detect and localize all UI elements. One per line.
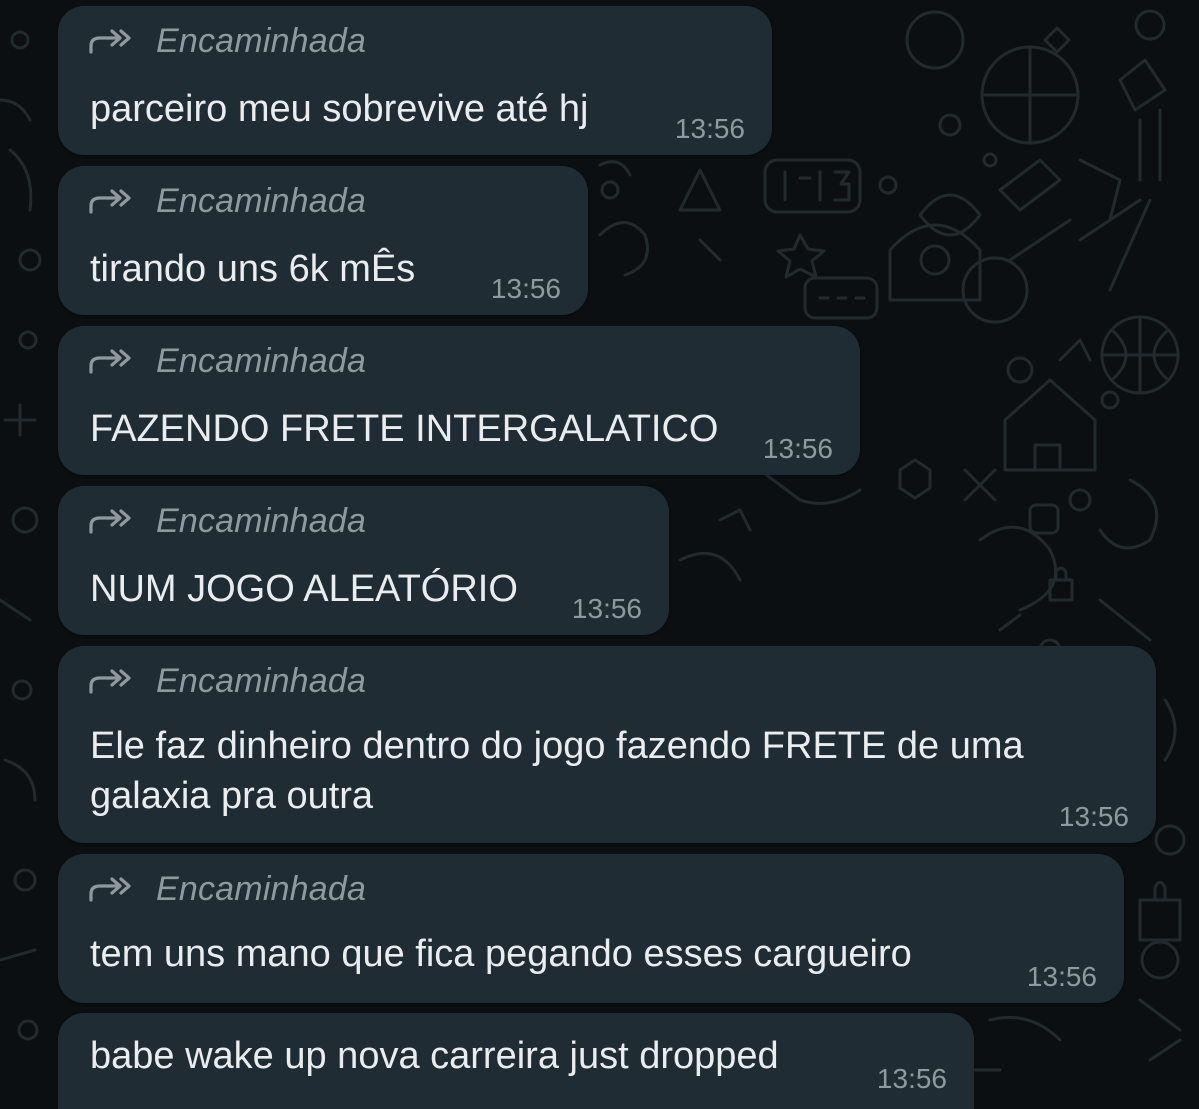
forwarded-indicator: Encaminhada (88, 662, 366, 700)
message-text: NUM JOGO ALEATÓRIO (90, 568, 518, 610)
forwarded-indicator: Encaminhada (88, 22, 366, 60)
message-bubble[interactable]: Encaminhada NUM JOGO ALEATÓRIO 13:56 (58, 486, 669, 635)
message-text: parceiro meu sobrevive até hj (90, 88, 589, 130)
message-bubble[interactable]: Encaminhada tirando uns 6k mÊs 13:56 (58, 166, 588, 315)
message-time: 13:56 (674, 113, 745, 144)
message-time: 13:56 (571, 593, 642, 624)
forwarded-label: Encaminhada (156, 341, 367, 380)
forwarded-double-arrow-icon (89, 877, 131, 902)
forwarded-double-arrow-icon (89, 669, 131, 694)
message-bubble[interactable]: Encaminhada parceiro meu sobrevive até h… (58, 6, 772, 155)
forwarded-indicator: Encaminhada (88, 182, 366, 220)
forwarded-label: Encaminhada (156, 661, 367, 700)
message-text: FAZENDO FRETE INTERGALATICO (90, 408, 719, 450)
message-time: 13:56 (876, 1063, 947, 1094)
message-bubble[interactable]: Encaminhada FAZENDO FRETE INTERGALATICO … (58, 326, 860, 475)
message-time: 13:56 (1058, 801, 1129, 832)
message-time: 13:56 (1026, 961, 1097, 992)
forwarded-double-arrow-icon (89, 29, 131, 54)
message-text: babe wake up nova carreira just dropped (90, 1035, 779, 1077)
forwarded-double-arrow-icon (89, 509, 131, 534)
message-time: 13:56 (490, 273, 561, 304)
forwarded-indicator: Encaminhada (88, 870, 366, 908)
message-bubble[interactable]: Encaminhada tem uns mano que fica pegand… (58, 854, 1124, 1003)
message-time: 13:56 (762, 433, 833, 464)
forwarded-double-arrow-icon (89, 189, 131, 214)
forwarded-label: Encaminhada (156, 21, 367, 60)
forwarded-indicator: Encaminhada (88, 502, 366, 540)
forwarded-label: Encaminhada (156, 869, 367, 908)
forwarded-label: Encaminhada (156, 181, 367, 220)
forwarded-label: Encaminhada (156, 501, 367, 540)
message-bubble[interactable]: babe wake up nova carreira just dropped … (58, 1013, 974, 1109)
message-bubble[interactable]: Encaminhada Ele faz dinheiro dentro do j… (58, 646, 1156, 843)
message-text: tirando uns 6k mÊs (90, 248, 416, 290)
message-text-line-2: galaxia pra outra (90, 775, 374, 817)
forwarded-indicator: Encaminhada (88, 342, 366, 380)
message-text-line-1: Ele faz dinheiro dentro do jogo fazendo … (90, 725, 1024, 767)
message-text: tem uns mano que fica pegando esses carg… (90, 933, 912, 975)
forwarded-double-arrow-icon (89, 349, 131, 374)
